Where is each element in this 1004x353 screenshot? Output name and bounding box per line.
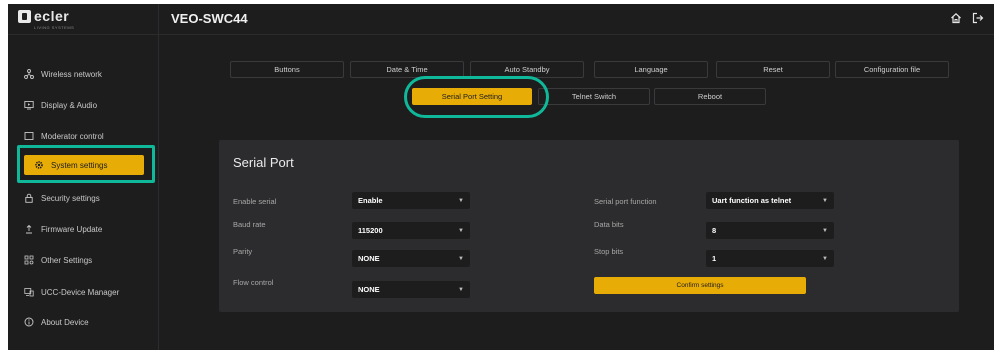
sidebar-item-ucc-device-manager[interactable]: UCC-Device Manager [24,281,154,303]
baud-rate-select[interactable]: 115200 ▼ [352,222,470,239]
sidebar-item-label: Moderator control [41,131,104,141]
serial-port-function-select[interactable]: Uart function as telnet ▼ [706,192,834,209]
sidebar-divider [158,4,159,350]
sidebar-item-display-audio[interactable]: Display & Audio [24,94,154,116]
home-icon[interactable] [950,12,962,24]
logo-subtitle: LIVING SYSTEMS [34,25,75,30]
ecler-logo: ecler LIVING SYSTEMS [18,8,74,30]
chevron-down-icon: ▼ [458,255,464,262]
serial-port-function-value: Uart function as telnet [712,196,792,205]
enable-serial-select[interactable]: Enable ▼ [352,192,470,209]
tab-reset[interactable]: Reset [716,61,830,78]
sidebar-item-security-settings[interactable]: Security settings [24,187,154,209]
chevron-down-icon: ▼ [822,255,828,262]
square-icon [24,132,34,140]
lock-icon [25,193,33,203]
logo-mark [18,10,31,23]
enable-serial-label: Enable serial [233,197,277,206]
display-icon [24,101,34,110]
sidebar-item-label: Wireless network [41,69,102,79]
chevron-down-icon: ▼ [458,197,464,204]
tab-configuration-file[interactable]: Configuration file [835,61,949,78]
panel-title: Serial Port [233,155,294,170]
grid-icon [24,255,34,265]
top-bar: ecler LIVING SYSTEMS VEO-SWC44 [8,4,994,35]
sidebar: Wireless network Display & Audio Moderat… [8,35,158,350]
serial-port-function-label: Serial port function [594,197,657,206]
flow-control-select[interactable]: NONE ▼ [352,281,470,298]
sidebar-item-label: Security settings [41,193,100,203]
logo-text: ecler [34,8,70,24]
sidebar-item-moderator-control[interactable]: Moderator control [24,125,154,147]
tab-reboot[interactable]: Reboot [654,88,766,105]
tab-language[interactable]: Language [594,61,708,78]
flow-control-value: NONE [358,285,380,294]
upload-icon [26,224,32,234]
top-icons [950,12,984,24]
stop-bits-value: 1 [712,254,717,263]
serial-port-tab-highlight [404,76,549,118]
chevron-down-icon: ▼ [822,227,828,234]
device-name: VEO-SWC44 [171,11,248,26]
data-bits-label: Data bits [594,220,624,229]
sidebar-item-label: About Device [41,317,89,327]
sidebar-item-about-device[interactable]: About Device [24,311,154,333]
confirm-settings-button[interactable]: Confirm settings [594,277,806,294]
logout-icon[interactable] [972,12,984,24]
sidebar-item-label: Firmware Update [41,224,103,234]
sidebar-item-label: Display & Audio [41,100,98,110]
chevron-down-icon: ▼ [822,197,828,204]
baud-rate-value: 115200 [358,226,383,235]
parity-value: NONE [358,254,380,263]
data-bits-select[interactable]: 8 ▼ [706,222,834,239]
stop-bits-select[interactable]: 1 ▼ [706,250,834,267]
stop-bits-label: Stop bits [594,247,624,256]
system-settings-highlight [17,145,155,183]
serial-port-panel: Serial Port Enable serial Enable ▼ Baud … [219,140,959,312]
sidebar-item-other-settings[interactable]: Other Settings [24,249,154,271]
tab-buttons[interactable]: Buttons [230,61,344,78]
sidebar-item-firmware-update[interactable]: Firmware Update [24,218,154,240]
tab-telnet-switch[interactable]: Telnet Switch [538,88,650,105]
flow-control-label: Flow control [233,278,274,287]
network-icon [24,69,34,79]
parity-label: Parity [233,247,253,256]
device-icon [24,288,34,297]
data-bits-value: 8 [712,226,717,235]
info-icon [24,317,34,327]
sidebar-item-label: Other Settings [41,255,93,265]
sidebar-item-label: UCC-Device Manager [41,287,120,297]
chevron-down-icon: ▼ [458,286,464,293]
parity-select[interactable]: NONE ▼ [352,250,470,267]
enable-serial-value: Enable [358,196,383,205]
app-window: ecler LIVING SYSTEMS VEO-SWC44 Wireless … [8,4,994,350]
chevron-down-icon: ▼ [458,227,464,234]
sidebar-item-wireless-network[interactable]: Wireless network [24,63,154,85]
baud-rate-label: Baud rate [233,220,266,229]
